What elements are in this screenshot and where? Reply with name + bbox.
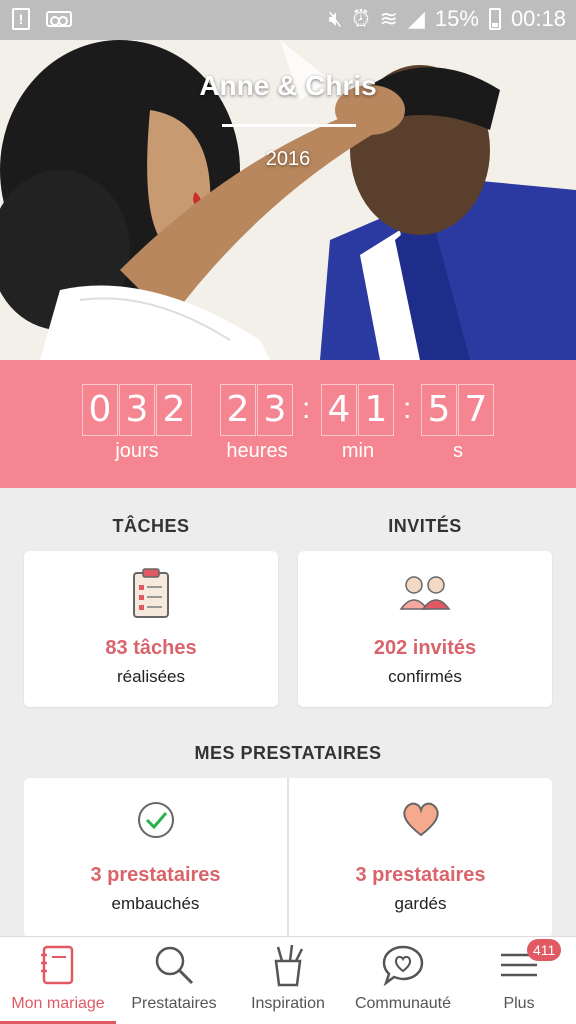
status-bar: ! 🔇︎ ⏰︎ ≋ ◢ 15% 00:18 [0, 0, 576, 40]
hired-sub: embauchés [111, 894, 200, 913]
minutes-digit: 1 [358, 384, 394, 436]
alert-icon: ! [12, 8, 30, 30]
colon-separator: : [302, 392, 311, 425]
days-label: jours [115, 440, 159, 462]
guests-count: 202 invités [373, 637, 477, 659]
tasks-sub: réalisées [116, 667, 186, 686]
colon-separator: : [403, 392, 412, 425]
nav-label: Prestataires [131, 995, 217, 1012]
hired-count: 3 prestataires [90, 864, 221, 886]
countdown-panel: 0 3 2 2 3 : 4 1 : 5 7 jours heures min s [0, 360, 576, 488]
tools-cup-icon [232, 943, 344, 987]
tasks-card[interactable]: 83 tâches réalisées [24, 551, 278, 707]
vendors-hired[interactable]: 3 prestataires embauchés [24, 778, 287, 938]
saved-sub: gardés [394, 894, 447, 913]
nav-inspiration[interactable]: Inspiration [232, 937, 344, 1024]
minutes-digit: 4 [321, 384, 357, 436]
days-digit: 0 [82, 384, 118, 436]
clock: 00:18 [510, 6, 566, 31]
nav-prestataires[interactable]: Prestataires [116, 937, 232, 1024]
guests-card[interactable]: 202 invités confirmés [298, 551, 552, 707]
signal-icon: ◢ [407, 6, 425, 31]
voicemail-icon [46, 11, 72, 27]
hero-banner[interactable]: Anne & Chris 2016 [0, 40, 576, 360]
wedding-date: 2016 [265, 148, 311, 170]
battery-percent: 15% [434, 6, 479, 31]
title-divider [222, 124, 356, 127]
battery-icon [488, 8, 501, 30]
couple-names: Anne & Chris [199, 70, 377, 101]
nav-label: Plus [503, 995, 535, 1012]
seconds-label: s [453, 440, 463, 462]
chat-heart-icon [344, 943, 462, 987]
vendors-title: MES PRESTATAIRES [194, 743, 382, 763]
check-circle-icon [24, 800, 287, 840]
nav-label: Communauté [354, 995, 452, 1012]
hours-label: heures [226, 440, 288, 462]
nav-mon-mariage[interactable]: Mon mariage [0, 937, 116, 1024]
tasks-count: 83 tâches [105, 637, 197, 659]
notebook-icon [0, 943, 116, 987]
wifi-icon: ≋ [379, 6, 398, 31]
vendors-card: 3 prestataires embauchés 3 prestataires … [24, 778, 552, 938]
hours-digit: 2 [220, 384, 256, 436]
search-icon [116, 943, 232, 987]
nav-label: Inspiration [251, 995, 325, 1012]
bottom-navigation: Mon mariage Prestataires Inspiration Com… [0, 936, 576, 1024]
notification-badge: 411 [527, 939, 562, 961]
nav-communaute[interactable]: Communauté [344, 937, 462, 1024]
days-digit: 2 [156, 384, 192, 436]
alarm-icon: ⏰︎ [352, 6, 370, 31]
seconds-digit: 5 [421, 384, 457, 436]
mute-icon: 🔇︎ [328, 6, 343, 31]
nav-label: Mon mariage [11, 995, 105, 1012]
tasks-title: TÂCHES [112, 516, 190, 536]
vendors-saved[interactable]: 3 prestataires gardés [289, 778, 552, 938]
minutes-label: min [341, 440, 375, 462]
guests-title: INVITÉS [388, 516, 462, 536]
days-digit: 3 [119, 384, 155, 436]
guests-icon [298, 573, 552, 611]
clipboard-icon [24, 567, 278, 619]
guests-sub: confirmés [388, 667, 462, 686]
seconds-digit: 7 [458, 384, 494, 436]
hours-digit: 3 [257, 384, 293, 436]
saved-count: 3 prestataires [355, 864, 486, 886]
heart-icon [289, 800, 552, 838]
